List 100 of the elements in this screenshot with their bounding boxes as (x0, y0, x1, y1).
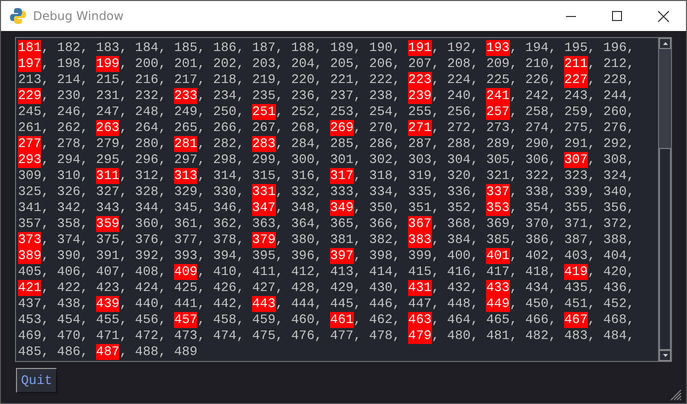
number-text: 482 (525, 328, 549, 344)
number-text: 304 (447, 152, 471, 168)
number-text: 386 (525, 232, 549, 248)
comma-text: , (158, 152, 166, 168)
comma-text: , (588, 56, 596, 72)
number-text: 285 (330, 136, 354, 152)
number-text: 385 (486, 232, 510, 248)
number-text: 410 (213, 264, 236, 280)
comma-text: , (432, 168, 440, 184)
comma-text: , (588, 232, 596, 248)
comma-text: , (588, 248, 596, 264)
number-text: 205 (330, 56, 354, 72)
number-text: 323 (564, 168, 588, 184)
comma-text: , (119, 280, 128, 296)
number-text: 461 (330, 312, 354, 328)
scrollbar[interactable] (658, 38, 671, 361)
number-text: 258 (525, 104, 549, 120)
resize-grip-icon[interactable] (670, 389, 682, 401)
number-text: 434 (525, 280, 549, 296)
comma-text: , (354, 248, 362, 264)
comma-text: , (354, 312, 362, 328)
number-text: 192 (447, 40, 471, 56)
number-text: 347 (252, 200, 276, 216)
comma-text: , (392, 264, 400, 280)
number-text: 340 (603, 184, 627, 200)
comma-text: , (588, 40, 596, 56)
number-text: 370 (525, 216, 549, 232)
comma-text: , (626, 280, 634, 296)
comma-text: , (236, 104, 244, 120)
number-text: 250 (213, 104, 236, 120)
comma-text: , (626, 264, 634, 280)
comma-text: , (432, 104, 440, 120)
comma-text: , (119, 232, 128, 248)
number-text: 465 (486, 312, 510, 328)
comma-text: , (626, 152, 634, 168)
comma-text: , (119, 184, 128, 200)
comma-text: , (354, 328, 362, 344)
number-text: 351 (408, 200, 432, 216)
number-text: 241 (486, 88, 510, 104)
comma-text: , (236, 280, 244, 296)
comma-text: , (236, 200, 244, 216)
comma-text: , (432, 88, 440, 104)
number-text: 240 (447, 88, 471, 104)
number-text: 333 (330, 184, 354, 200)
number-text: 321 (486, 168, 510, 184)
comma-text: , (510, 104, 518, 120)
number-text: 393 (174, 248, 198, 264)
comma-text: , (236, 168, 244, 184)
scroll-up-icon[interactable] (662, 42, 668, 45)
number-text: 431 (408, 280, 432, 296)
comma-text: , (510, 40, 518, 56)
comma-text: , (314, 136, 322, 152)
number-text: 198 (57, 56, 80, 72)
comma-text: , (158, 56, 166, 72)
comma-text: , (354, 200, 362, 216)
comma-text: , (548, 200, 556, 216)
number-text: 260 (603, 104, 627, 120)
number-text: 474 (213, 328, 236, 344)
comma-text: , (432, 328, 440, 344)
comma-text: , (626, 88, 634, 104)
quit-button[interactable]: Quit (16, 368, 58, 393)
number-text: 202 (213, 56, 236, 72)
comma-text: , (510, 296, 518, 312)
comma-text: , (626, 72, 634, 88)
number-text: 452 (603, 296, 627, 312)
comma-text: , (432, 184, 440, 200)
number-text: 273 (486, 120, 510, 136)
comma-text: , (392, 296, 400, 312)
comma-text: , (588, 296, 596, 312)
number-text: 303 (408, 152, 432, 168)
comma-text: , (158, 296, 166, 312)
comma-text: , (119, 136, 128, 152)
number-text: 317 (330, 168, 354, 184)
number-text: 297 (174, 152, 198, 168)
comma-text: , (236, 88, 244, 104)
number-text: 197 (18, 56, 42, 72)
comma-text: , (510, 152, 518, 168)
number-text: 407 (96, 264, 120, 280)
number-text: 480 (447, 328, 471, 344)
scrollbar-thumb[interactable] (659, 148, 671, 350)
number-text: 255 (408, 104, 432, 120)
number-text: 184 (135, 40, 158, 56)
comma-text: , (626, 120, 634, 136)
scroll-down-icon[interactable] (662, 354, 668, 357)
comma-text: , (276, 40, 284, 56)
comma-text: , (588, 280, 596, 296)
comma-text: , (41, 312, 50, 328)
number-text: 194 (525, 40, 549, 56)
number-text: 472 (135, 328, 158, 344)
number-text: 215 (96, 72, 120, 88)
comma-text: , (119, 120, 128, 136)
comma-text: , (276, 88, 284, 104)
comma-text: , (276, 232, 284, 248)
number-text: 438 (57, 296, 80, 312)
number-text: 242 (525, 88, 549, 104)
comma-text: , (314, 264, 322, 280)
number-text: 309 (18, 168, 42, 184)
comma-text: , (158, 88, 166, 104)
comma-text: , (158, 216, 166, 232)
comma-text: , (392, 104, 400, 120)
